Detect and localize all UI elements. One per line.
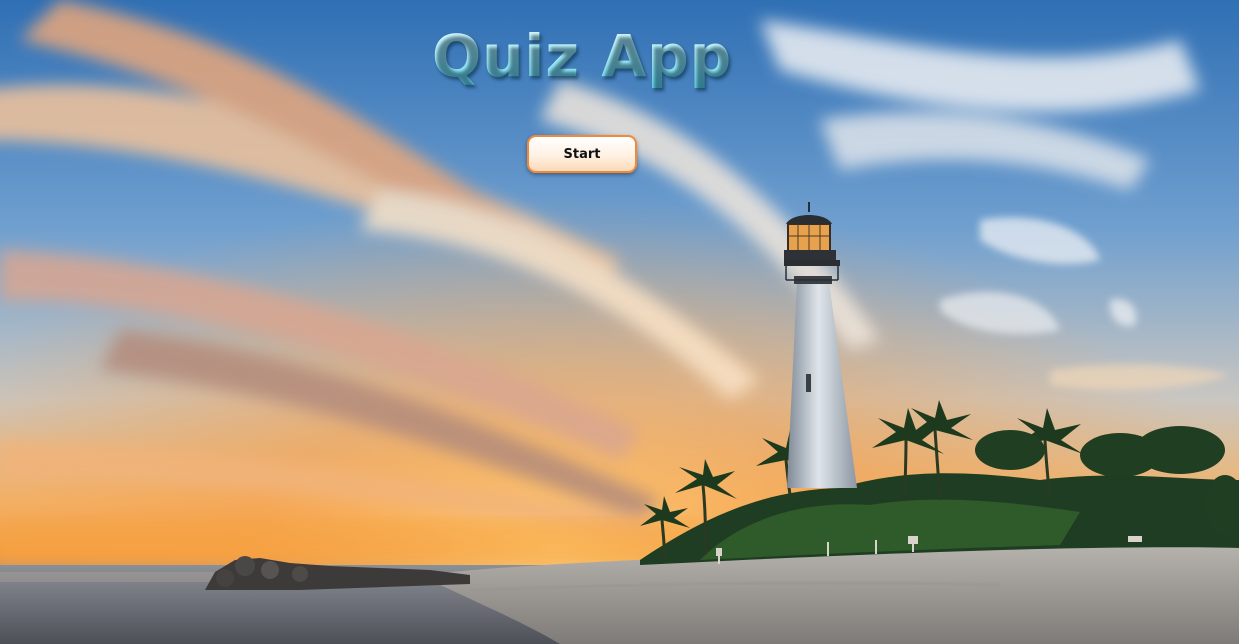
app-title: Quiz App: [0, 22, 1164, 90]
quiz-start-screen: Quiz App Start: [0, 0, 1239, 644]
lighthouse-sunset-background: [0, 0, 1239, 644]
start-button[interactable]: Start: [527, 135, 637, 173]
